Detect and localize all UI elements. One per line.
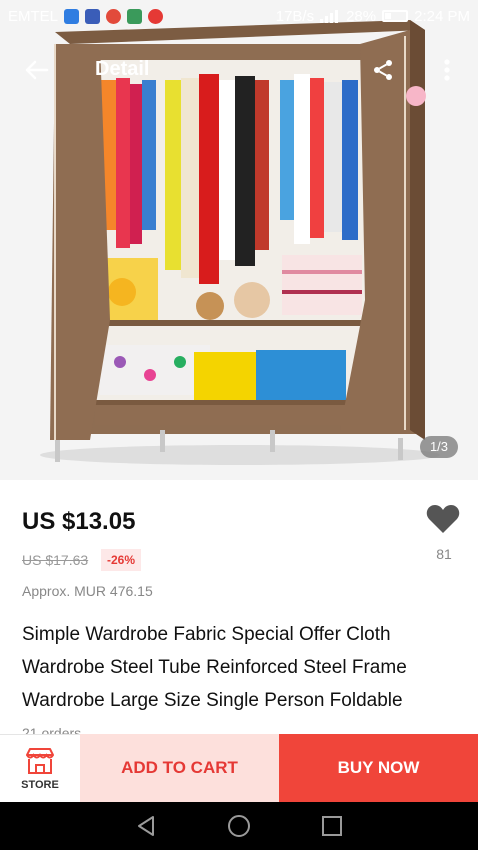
app-icon <box>106 8 122 24</box>
a-icon <box>148 8 164 24</box>
system-recents-button[interactable] <box>317 811 347 841</box>
wishlist-count: 81 <box>436 546 452 562</box>
current-price: US $13.05 <box>22 508 136 535</box>
page-title: Detail <box>95 58 150 80</box>
more-vertical-icon <box>444 59 450 81</box>
carrier-label: EMTEL <box>8 7 59 25</box>
image-counter: 1/3 <box>420 436 458 458</box>
buy-now-button[interactable]: BUY NOW <box>279 734 478 802</box>
heart-icon <box>426 505 460 533</box>
wishlist-button[interactable] <box>426 504 462 538</box>
mail-icon <box>85 8 101 24</box>
system-nav-bar <box>0 802 478 850</box>
battery-percent: 28% <box>346 7 377 25</box>
system-home-button[interactable] <box>224 811 254 841</box>
more-button[interactable] <box>432 55 462 85</box>
clock: 2:24 PM <box>414 7 470 25</box>
store-icon <box>26 747 54 774</box>
square-recents-icon <box>321 816 342 836</box>
top-nav: Detail <box>0 50 478 90</box>
back-arrow-icon <box>25 60 49 80</box>
store-label: STORE <box>21 778 59 791</box>
battery-icon <box>382 10 409 22</box>
back-button[interactable] <box>22 55 52 85</box>
product-title: Simple Wardrobe Fabric Special Offer Clo… <box>22 624 407 711</box>
system-back-button[interactable] <box>131 811 161 841</box>
store-button[interactable]: STORE <box>0 734 80 802</box>
action-bar: STORE ADD TO CART BUY NOW <box>0 734 478 802</box>
original-price: US $17.63 <box>22 552 89 568</box>
signal-icon <box>320 10 339 23</box>
notification-icon <box>64 8 80 24</box>
discount-badge: -26% <box>101 549 142 571</box>
status-bar: EMTEL 17B/s 28% 2:24 PM <box>0 0 478 32</box>
network-speed: 17B/s <box>275 7 315 25</box>
share-icon <box>374 60 392 80</box>
approx-price: Approx. MUR 476.15 <box>22 583 153 599</box>
circle-home-icon <box>227 815 250 837</box>
gallery-icon <box>127 8 143 24</box>
add-to-cart-button[interactable]: ADD TO CART <box>80 734 279 802</box>
share-button[interactable] <box>368 55 398 85</box>
triangle-back-icon <box>138 816 155 836</box>
